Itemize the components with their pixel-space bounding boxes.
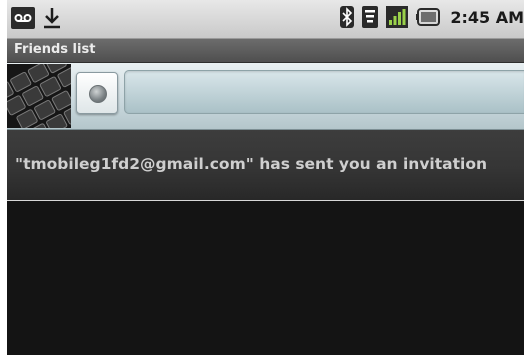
- invitation-list-item[interactable]: "tmobileg1fd2@gmail.com" has sent you an…: [7, 130, 524, 201]
- wifi-icon: [362, 6, 379, 28]
- presence-status-button[interactable]: [76, 72, 118, 114]
- invitation-text: "tmobileg1fd2@gmail.com" has sent you an…: [15, 155, 488, 173]
- signal-icon: [386, 6, 409, 28]
- friends-list-empty-area: [7, 201, 524, 355]
- clock: 2:45 AM: [450, 7, 524, 27]
- title-bar: Friends list: [7, 39, 524, 63]
- status-message-field[interactable]: [124, 70, 524, 114]
- keyboard-photo-icon: [7, 64, 71, 128]
- voicemail-icon: [11, 7, 35, 29]
- page-title: Friends list: [14, 42, 96, 57]
- presence-status-icon: [89, 85, 107, 103]
- phone-screen: 2:45 AM Friends list "tmobileg1fd2@gmail…: [7, 0, 524, 355]
- notification-icons: [11, 6, 63, 30]
- system-icons: 2:45 AM: [340, 6, 524, 28]
- avatar[interactable]: [7, 64, 71, 128]
- status-bar: 2:45 AM: [7, 0, 524, 39]
- download-icon: [44, 8, 60, 29]
- my-profile-row: [7, 63, 524, 130]
- bluetooth-icon: [340, 6, 355, 28]
- battery-icon: [416, 8, 441, 26]
